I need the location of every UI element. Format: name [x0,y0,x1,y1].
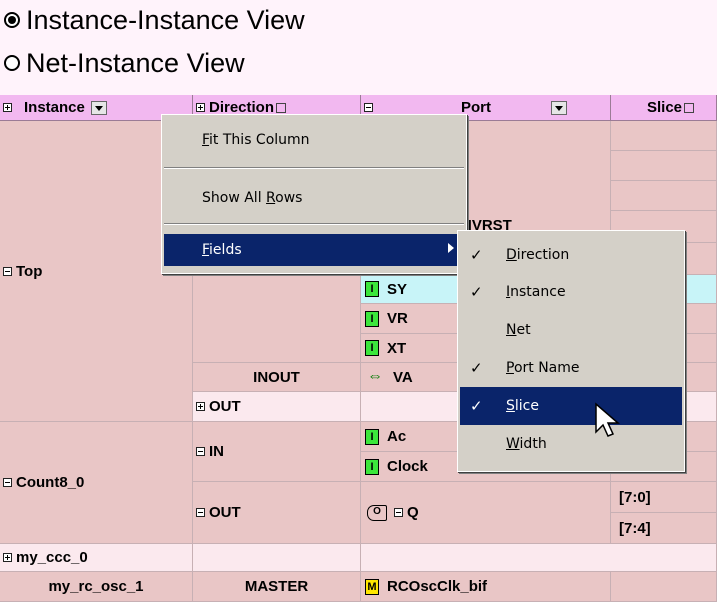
fields-submenu: ✓ Direction ✓ Instance Net ✓ Port Name ✓… [457,230,685,472]
instance-cell-count8[interactable]: Count8_0 [0,422,193,544]
mouse-cursor-icon [595,402,621,437]
input-pin-icon: I [365,458,379,475]
port-cell[interactable]: O Q [361,482,611,544]
bidirectional-icon: ⇔ [367,368,383,385]
collapse-icon[interactable] [3,478,12,487]
collapse-icon[interactable] [196,508,205,517]
direction-cell-in[interactable]: IN [193,422,361,482]
slice-cell[interactable] [611,181,717,211]
menu-item-show-all-rows[interactable]: Show All Rows [164,183,464,213]
submenu-item-width[interactable]: Width [460,425,682,463]
master-pin-icon: M [365,578,379,595]
output-pin-icon: O [367,504,387,521]
collapse-icon[interactable] [196,447,205,456]
slice-cell[interactable] [611,572,717,602]
expand-icon[interactable] [3,103,12,112]
collapse-icon[interactable] [3,266,12,276]
view-option-label: Net-Instance View [26,47,245,78]
table-row[interactable] [361,544,717,572]
direction-cell-out[interactable]: OUT [193,482,361,544]
collapse-icon[interactable] [364,103,373,112]
submenu-item-direction[interactable]: ✓ Direction [460,236,682,273]
input-pin-icon: I [365,281,379,297]
menu-item-fields[interactable]: Fields [164,234,464,266]
menu-separator [164,223,464,225]
direction-cell-inout[interactable]: INOUT [193,363,361,392]
instance-cell-my-ccc[interactable]: my_ccc_0 [0,544,193,572]
direction-cell[interactable] [193,544,361,572]
input-pin-icon: I [365,310,379,327]
slice-cell[interactable] [611,151,717,181]
submenu-item-port-name[interactable]: ✓ Port Name [460,349,682,387]
check-icon: ✓ [470,283,483,301]
slice-cell[interactable] [611,121,717,151]
column-context-menu: Fit This Column Show All Rows Fields [161,114,467,274]
submenu-item-slice[interactable]: ✓ Slice [460,387,682,425]
radio-unselected-icon[interactable] [4,55,20,71]
slice-cell[interactable]: [7:0] [611,482,717,513]
radio-selected-icon[interactable] [4,12,20,28]
check-icon: ✓ [470,245,483,264]
check-icon: ✓ [470,397,483,415]
check-icon: ✓ [470,359,483,377]
dropdown-icon[interactable] [90,100,107,115]
instance-cell-my-rc-osc[interactable]: my_rc_osc_1 [0,572,193,602]
input-pin-icon: I [365,428,379,445]
dropdown-icon[interactable] [551,100,567,115]
input-pin-icon: I [365,340,379,356]
direction-cell-out[interactable]: OUT [193,392,361,422]
direction-cell-master[interactable]: MASTER [193,572,361,602]
column-header-slice[interactable]: Slice [611,95,717,121]
menu-item-fit-this-column[interactable]: Fit This Column [164,125,464,155]
filter-icon[interactable] [684,102,695,113]
filter-icon[interactable] [276,102,287,113]
view-option-instance-instance[interactable]: Instance-Instance View [4,2,305,38]
slice-cell[interactable]: [7:4] [611,513,717,544]
view-option-net-instance[interactable]: Net-Instance View [4,45,245,81]
menu-separator [164,167,464,169]
submenu-item-instance[interactable]: ✓ Instance [460,273,682,311]
submenu-arrow-icon [448,243,454,253]
port-cell[interactable]: M RCOscClk_bif [361,572,611,602]
expand-icon[interactable] [196,402,205,411]
expand-icon[interactable] [3,553,12,562]
submenu-item-net[interactable]: Net [460,311,682,349]
view-option-label: Instance-Instance View [26,4,305,35]
expand-icon[interactable] [196,103,205,112]
collapse-icon[interactable] [394,508,403,517]
